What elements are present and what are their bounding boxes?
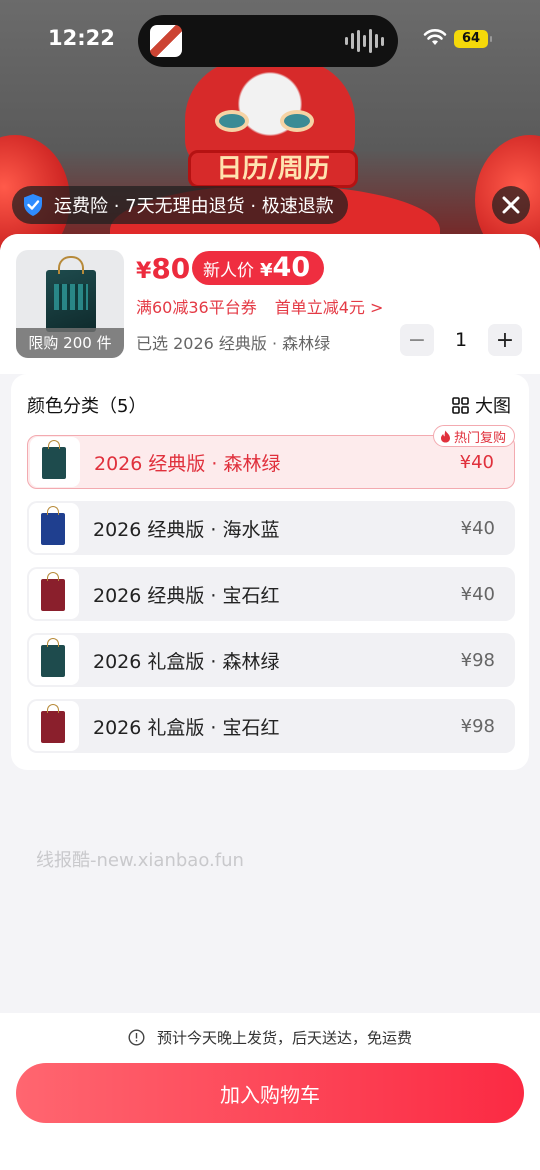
option-price: ¥40 — [460, 517, 495, 539]
info-icon — [128, 1029, 145, 1046]
dynamic-island[interactable] — [138, 15, 398, 67]
close-icon — [502, 196, 520, 214]
hot-repurchase-badge: 热门复购 — [432, 425, 515, 447]
option-thumbnail — [29, 701, 79, 751]
calendar-bag-image — [46, 256, 96, 332]
footer-bar: 预计今天晚上发货，后天送达，免运费 加入购物车 — [0, 1013, 540, 1170]
service-tag-text: 运费险 · 7天无理由退货 · 极速退款 — [54, 196, 334, 217]
option-thumbnail — [30, 437, 80, 487]
options-title: 颜色分类（5） — [27, 396, 147, 417]
wifi-icon — [423, 29, 447, 45]
option-price: ¥98 — [460, 715, 495, 737]
quantity-plus-button[interactable]: + — [488, 324, 522, 356]
option-price: ¥40 — [459, 451, 494, 473]
original-price: ¥80 — [136, 252, 191, 285]
quantity-minus-button[interactable]: − — [400, 324, 434, 356]
option-thumbnail — [29, 569, 79, 619]
option-thumbnail — [29, 503, 79, 553]
hot-badge-text: 热门复购 — [453, 430, 506, 446]
first-order-discount-link[interactable]: 首单立减4元 > — [275, 294, 384, 318]
option-name: 2026 经典版 · 海水蓝 — [93, 518, 280, 541]
platform-coupon[interactable]: 满60减36平台券 — [136, 294, 257, 318]
option-name: 2026 礼盒版 · 宝石红 — [93, 716, 280, 739]
option-price: ¥98 — [460, 649, 495, 671]
shipping-note: 预计今天晚上发货，后天送达，免运费 — [0, 1027, 540, 1048]
shipping-note-text: 预计今天晚上发货，后天送达，免运费 — [156, 1029, 412, 1047]
selected-variant-text: 已选 2026 经典版 · 森林绿 — [136, 334, 331, 353]
purchase-limit-label: 限购 200 件 — [16, 328, 124, 358]
quantity-value[interactable]: 1 — [434, 329, 488, 351]
shield-check-icon — [24, 194, 42, 216]
product-thumbnail[interactable]: 限购 200 件 — [16, 250, 124, 358]
option-item[interactable]: 2026 经典版 · 宝石红 ¥40 — [27, 567, 515, 621]
color-options-card: 颜色分类（5） 大图 2026 经典版 · 森林绿 ¥40 热门复购 2026 … — [11, 374, 529, 770]
option-name: 2026 经典版 · 宝石红 — [93, 584, 280, 607]
audio-wave-icon — [345, 29, 384, 53]
product-summary: 限购 200 件 ¥80 新人价 ¥40 满60减36平台券 首单立减4元 > … — [0, 234, 540, 374]
newbie-price-value: ¥40 — [260, 252, 311, 283]
service-guarantee-tag[interactable]: 运费险 · 7天无理由退货 · 极速退款 — [12, 186, 348, 224]
newbie-price-pill: 新人价 ¥40 — [192, 251, 325, 285]
battery-indicator: 64 — [454, 30, 492, 48]
option-name: 2026 经典版 · 森林绿 — [94, 452, 281, 475]
option-price: ¥40 — [460, 583, 495, 605]
option-item[interactable]: 2026 经典版 · 森林绿 ¥40 热门复购 — [27, 425, 515, 489]
big-view-label: 大图 — [475, 396, 511, 417]
option-thumbnail — [29, 635, 79, 685]
lion-eye-right — [280, 110, 314, 132]
watermark-text: 线报酷-new.xianbao.fun — [36, 850, 244, 871]
banner-sign: 日历/周历 — [188, 150, 358, 188]
lion-eye-left — [215, 110, 249, 132]
flame-icon — [440, 430, 450, 442]
option-item[interactable]: 2026 经典版 · 海水蓝 ¥40 — [27, 501, 515, 555]
now-playing-thumb — [150, 25, 182, 57]
quantity-stepper[interactable]: − 1 + — [400, 324, 522, 356]
newbie-price-label: 新人价 — [203, 261, 254, 281]
big-view-toggle[interactable]: 大图 — [452, 392, 511, 418]
option-name: 2026 礼盒版 · 森林绿 — [93, 650, 280, 673]
option-item[interactable]: 2026 礼盒版 · 宝石红 ¥98 — [27, 699, 515, 753]
coupon-row[interactable]: 满60减36平台券 首单立减4元 > — [136, 294, 383, 318]
status-time: 12:22 — [48, 26, 115, 50]
option-item[interactable]: 2026 礼盒版 · 森林绿 ¥98 — [27, 633, 515, 687]
add-to-cart-button[interactable]: 加入购物车 — [16, 1063, 524, 1123]
close-button[interactable] — [492, 186, 530, 224]
grid-icon — [452, 396, 469, 414]
